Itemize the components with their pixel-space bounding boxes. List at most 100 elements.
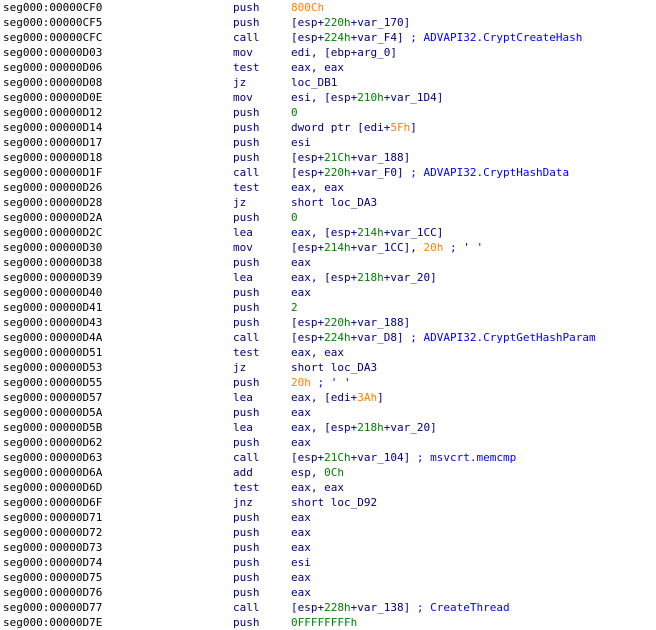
instruction-mnemonic[interactable]: add: [233, 465, 253, 480]
operand-text[interactable]: short loc_DA3: [291, 361, 377, 374]
instruction-mnemonic[interactable]: push: [233, 435, 260, 450]
address-label[interactable]: seg000:00000D5A: [3, 405, 102, 420]
instruction-mnemonic[interactable]: lea: [233, 225, 253, 240]
address-label[interactable]: seg000:00000D5B: [3, 420, 102, 435]
instruction-mnemonic[interactable]: jz: [233, 75, 246, 90]
code-line[interactable]: seg000:00000D53 jz short loc_DA3: [0, 360, 656, 375]
instruction-operands[interactable]: [esp+214h+var_1CC], 20h ; ' ': [291, 240, 483, 255]
instruction-mnemonic[interactable]: test: [233, 60, 260, 75]
address-label[interactable]: seg000:00000D2A: [3, 210, 102, 225]
address-label[interactable]: seg000:00000D08: [3, 75, 102, 90]
operand-text[interactable]: eax, eax: [291, 481, 344, 494]
instruction-operands[interactable]: short loc_DA3: [291, 195, 377, 210]
instruction-operands[interactable]: short loc_DA3: [291, 360, 377, 375]
operand-text[interactable]: [esp+: [291, 241, 324, 254]
operand-text[interactable]: [esp+: [291, 331, 324, 344]
operand-text[interactable]: eax: [291, 436, 311, 449]
instruction-mnemonic[interactable]: call: [233, 600, 260, 615]
operand-number[interactable]: 0Ch: [324, 466, 344, 479]
disassembly-listing[interactable]: seg000:00000CF0 push 800Ch seg000:00000CF5 p…: [0, 0, 656, 630]
operand-text[interactable]: esp,: [291, 466, 324, 479]
code-line[interactable]: seg000:00000D63 call [esp+21Ch+var_104] ; …: [0, 450, 656, 465]
instruction-operands[interactable]: [esp+224h+var_F4] ; ADVAPI32.CryptCreate…: [291, 30, 582, 45]
instruction-operands[interactable]: eax, [esp+218h+var_20]: [291, 270, 437, 285]
instruction-operands[interactable]: loc_DB1: [291, 75, 337, 90]
instruction-mnemonic[interactable]: call: [233, 30, 260, 45]
instruction-mnemonic[interactable]: test: [233, 480, 260, 495]
address-label[interactable]: seg000:00000D03: [3, 45, 102, 60]
code-line[interactable]: seg000:00000D18 push [esp+21Ch+var_188]: [0, 150, 656, 165]
address-label[interactable]: seg000:00000D63: [3, 450, 102, 465]
instruction-operands[interactable]: eax: [291, 255, 311, 270]
code-line[interactable]: seg000:00000D5A push eax: [0, 405, 656, 420]
instruction-mnemonic[interactable]: push: [233, 375, 260, 390]
operand-text[interactable]: +var_104]: [351, 451, 411, 464]
instruction-mnemonic[interactable]: push: [233, 585, 260, 600]
operand-text[interactable]: dword ptr [edi+: [291, 121, 390, 134]
address-label[interactable]: seg000:00000D2C: [3, 225, 102, 240]
operand-text[interactable]: eax, [edi+: [291, 391, 357, 404]
operand-text[interactable]: eax, eax: [291, 346, 344, 359]
operand-text[interactable]: short loc_DA3: [291, 196, 377, 209]
operand-immediate[interactable]: 5Fh: [390, 121, 410, 134]
instruction-operands[interactable]: eax: [291, 585, 311, 600]
address-label[interactable]: seg000:00000D30: [3, 240, 102, 255]
operand-text[interactable]: [esp+: [291, 166, 324, 179]
instruction-mnemonic[interactable]: mov: [233, 240, 253, 255]
instruction-operands[interactable]: [esp+228h+var_138] ; CreateThread: [291, 600, 510, 615]
operand-text[interactable]: +var_188]: [351, 151, 411, 164]
instruction-operands[interactable]: eax: [291, 285, 311, 300]
instruction-operands[interactable]: 0: [291, 105, 298, 120]
code-line[interactable]: seg000:00000D77 call [esp+228h+var_138] ; …: [0, 600, 656, 615]
operand-number[interactable]: 224h: [324, 331, 351, 344]
instruction-operands[interactable]: eax, eax: [291, 180, 344, 195]
instruction-mnemonic[interactable]: push: [233, 540, 260, 555]
code-line[interactable]: seg000:00000D62 push eax: [0, 435, 656, 450]
address-label[interactable]: seg000:00000CF5: [3, 15, 102, 30]
operand-text[interactable]: ]: [410, 121, 417, 134]
operand-number[interactable]: 228h: [324, 601, 351, 614]
instruction-operands[interactable]: eax, [esp+218h+var_20]: [291, 420, 437, 435]
instruction-operands[interactable]: eax: [291, 540, 311, 555]
code-line[interactable]: seg000:00000D5B lea eax, [esp+218h+var_20]: [0, 420, 656, 435]
address-label[interactable]: seg000:00000D12: [3, 105, 102, 120]
instruction-mnemonic[interactable]: call: [233, 450, 260, 465]
operand-number[interactable]: 2: [291, 301, 298, 314]
instruction-operands[interactable]: 800Ch: [291, 0, 324, 15]
operand-text[interactable]: ]: [377, 391, 384, 404]
operand-immediate[interactable]: 20h: [291, 376, 311, 389]
instruction-operands[interactable]: 0: [291, 210, 298, 225]
operand-text[interactable]: +var_20]: [384, 421, 437, 434]
instruction-operands[interactable]: [esp+21Ch+var_104] ; msvcrt.memcmp: [291, 450, 516, 465]
code-line[interactable]: seg000:00000D30 mov [esp+214h+var_1CC], 20…: [0, 240, 656, 255]
instruction-mnemonic[interactable]: lea: [233, 270, 253, 285]
address-label[interactable]: seg000:00000D0E: [3, 90, 102, 105]
address-label[interactable]: seg000:00000D4A: [3, 330, 102, 345]
code-line[interactable]: seg000:00000D40 push eax: [0, 285, 656, 300]
instruction-mnemonic[interactable]: push: [233, 525, 260, 540]
code-line[interactable]: seg000:00000D43 push [esp+220h+var_188]: [0, 315, 656, 330]
code-line[interactable]: seg000:00000D06 test eax, eax: [0, 60, 656, 75]
address-label[interactable]: seg000:00000D51: [3, 345, 102, 360]
address-label[interactable]: seg000:00000D73: [3, 540, 102, 555]
address-label[interactable]: seg000:00000D6D: [3, 480, 102, 495]
code-line[interactable]: seg000:00000D6D test eax, eax: [0, 480, 656, 495]
address-label[interactable]: seg000:00000D72: [3, 525, 102, 540]
instruction-operands[interactable]: esi, [esp+210h+var_1D4]: [291, 90, 443, 105]
instruction-mnemonic[interactable]: call: [233, 165, 260, 180]
address-label[interactable]: seg000:00000D6A: [3, 465, 102, 480]
code-line[interactable]: seg000:00000D1F call [esp+220h+var_F0] ; A…: [0, 165, 656, 180]
address-label[interactable]: seg000:00000D41: [3, 300, 102, 315]
operand-text[interactable]: eax: [291, 541, 311, 554]
operand-immediate[interactable]: 800Ch: [291, 1, 324, 14]
operand-number[interactable]: 210h: [357, 91, 384, 104]
address-label[interactable]: seg000:00000D77: [3, 600, 102, 615]
instruction-mnemonic[interactable]: push: [233, 300, 260, 315]
operand-text[interactable]: eax: [291, 286, 311, 299]
instruction-mnemonic[interactable]: push: [233, 315, 260, 330]
instruction-operands[interactable]: eax, eax: [291, 345, 344, 360]
operand-text[interactable]: +var_F4]: [351, 31, 404, 44]
code-line[interactable]: seg000:00000D12 push 0: [0, 105, 656, 120]
code-line[interactable]: seg000:00000D39 lea eax, [esp+218h+var_20]: [0, 270, 656, 285]
operand-number[interactable]: 21Ch: [324, 451, 351, 464]
